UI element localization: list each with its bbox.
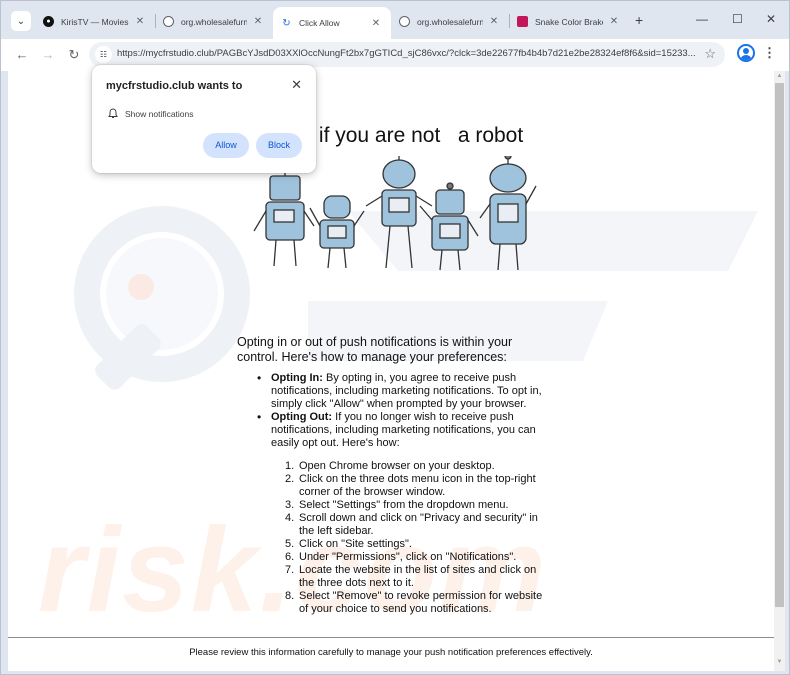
list-item: 3. Select "Settings" from the dropdown me…: [285, 499, 509, 511]
permission-text: Show notifications: [125, 109, 194, 119]
list-item: Opting In: By opting in, you agree to re…: [257, 372, 549, 411]
bullet-label: Opting Out:: [271, 411, 333, 423]
tab-title: org.wholesalefurnit: [417, 16, 483, 27]
loading-spinner-icon: ↻: [281, 17, 292, 29]
watermark-magnifier-icon: [74, 206, 250, 382]
list-item: 4. Scroll down and click on "Privacy and …: [285, 512, 538, 537]
bullet-label: Opting In:: [271, 372, 323, 384]
tab-wholesale-1[interactable]: org.wholesalefurnit ✕: [155, 8, 273, 35]
tab-snake[interactable]: Snake Color Brake ✕: [509, 8, 629, 35]
close-icon[interactable]: ✕: [291, 77, 302, 93]
tab-strip: ⌄ ● KirisTV — Movies a ✕ org.wholesalefu…: [1, 1, 789, 39]
list-item: 8. Select "Remove" to revoke permission f…: [285, 590, 543, 615]
bookmark-star-icon[interactable]: ☆: [704, 46, 716, 62]
window-close-icon[interactable]: ✕: [766, 12, 776, 26]
notification-permission-dialog: mycfrstudio.club wants to ✕ Show notific…: [92, 65, 316, 173]
globe-icon: [399, 16, 410, 27]
list-item: 1. Open Chrome browser on your desktop.: [285, 460, 495, 472]
scroll-up-icon[interactable]: ▲: [775, 73, 784, 83]
more-menu-icon[interactable]: ⋮: [763, 45, 776, 61]
page-footer: Please review this information carefully…: [8, 637, 774, 671]
kiristv-favicon-icon: ●: [43, 16, 54, 27]
footer-text: Please review this information carefully…: [189, 647, 593, 658]
browser-window: ⌄ ● KirisTV — Movies a ✕ org.wholesalefu…: [0, 0, 790, 675]
site-info-icon[interactable]: ☷: [95, 46, 112, 63]
minimize-icon[interactable]: —: [696, 12, 708, 26]
opt-list: Opting In: By opting in, you agree to re…: [257, 372, 549, 450]
tab-click-allow[interactable]: ↻ Click Allow ✕: [273, 7, 391, 39]
close-icon[interactable]: ✕: [133, 16, 147, 27]
scroll-down-icon[interactable]: ▼: [775, 659, 784, 669]
globe-icon: [163, 16, 174, 27]
bell-icon: [108, 108, 118, 118]
reload-icon[interactable]: ↻: [64, 45, 84, 65]
instructions: Opting in or out of push notifications i…: [237, 335, 549, 616]
tab-title: KirisTV — Movies a: [61, 16, 129, 27]
tab-title: org.wholesalefurnit: [181, 16, 247, 27]
list-item: 5. Click on "Site settings".: [285, 538, 412, 550]
game-favicon-icon: [517, 16, 528, 27]
close-icon[interactable]: ✕: [251, 16, 265, 27]
url-text[interactable]: https://mycfrstudio.club/PAGBcYJsdD03XXl…: [117, 48, 697, 59]
chevron-down-icon: ⌄: [16, 15, 26, 27]
steps-list: 1. Open Chrome browser on your desktop. 2…: [285, 460, 549, 616]
maximize-icon[interactable]: ☐: [732, 12, 743, 26]
list-item: 2. Click on the three dots menu icon in t…: [285, 473, 536, 498]
address-bar[interactable]: ☷ https://mycfrstudio.club/PAGBcYJsdD03X…: [89, 42, 725, 67]
profile-avatar-icon[interactable]: [737, 44, 755, 62]
tab-title: Click Allow: [299, 18, 340, 28]
tab-wholesale-2[interactable]: org.wholesalefurnit ✕: [391, 8, 509, 35]
allow-button[interactable]: Allow: [203, 133, 249, 158]
tab-title: Snake Color Brake: [535, 16, 603, 27]
scrollbar-thumb[interactable]: [775, 83, 784, 607]
list-item: Opting Out: If you no longer wish to rec…: [257, 411, 549, 450]
tab-kiristv[interactable]: ● KirisTV — Movies a ✕: [35, 8, 155, 35]
new-tab-icon[interactable]: +: [635, 12, 643, 28]
page-scrollbar[interactable]: ▲ ▼: [774, 71, 785, 671]
intro-text: Opting in or out of push notifications i…: [237, 335, 513, 364]
dialog-title: mycfrstudio.club wants to: [106, 80, 243, 92]
forward-arrow-icon[interactable]: →: [38, 45, 58, 65]
tab-search-button[interactable]: ⌄: [11, 11, 31, 31]
list-item: 6. Under "Permissions", click on "Notific…: [285, 551, 517, 563]
robots-illustration: [253, 156, 537, 271]
list-item: 7. Locate the website in the list of site…: [285, 564, 537, 589]
back-arrow-icon[interactable]: ←: [12, 45, 32, 65]
close-icon[interactable]: ✕: [369, 18, 383, 29]
close-icon[interactable]: ✕: [607, 16, 621, 27]
block-button[interactable]: Block: [256, 133, 302, 158]
close-icon[interactable]: ✕: [487, 16, 501, 27]
